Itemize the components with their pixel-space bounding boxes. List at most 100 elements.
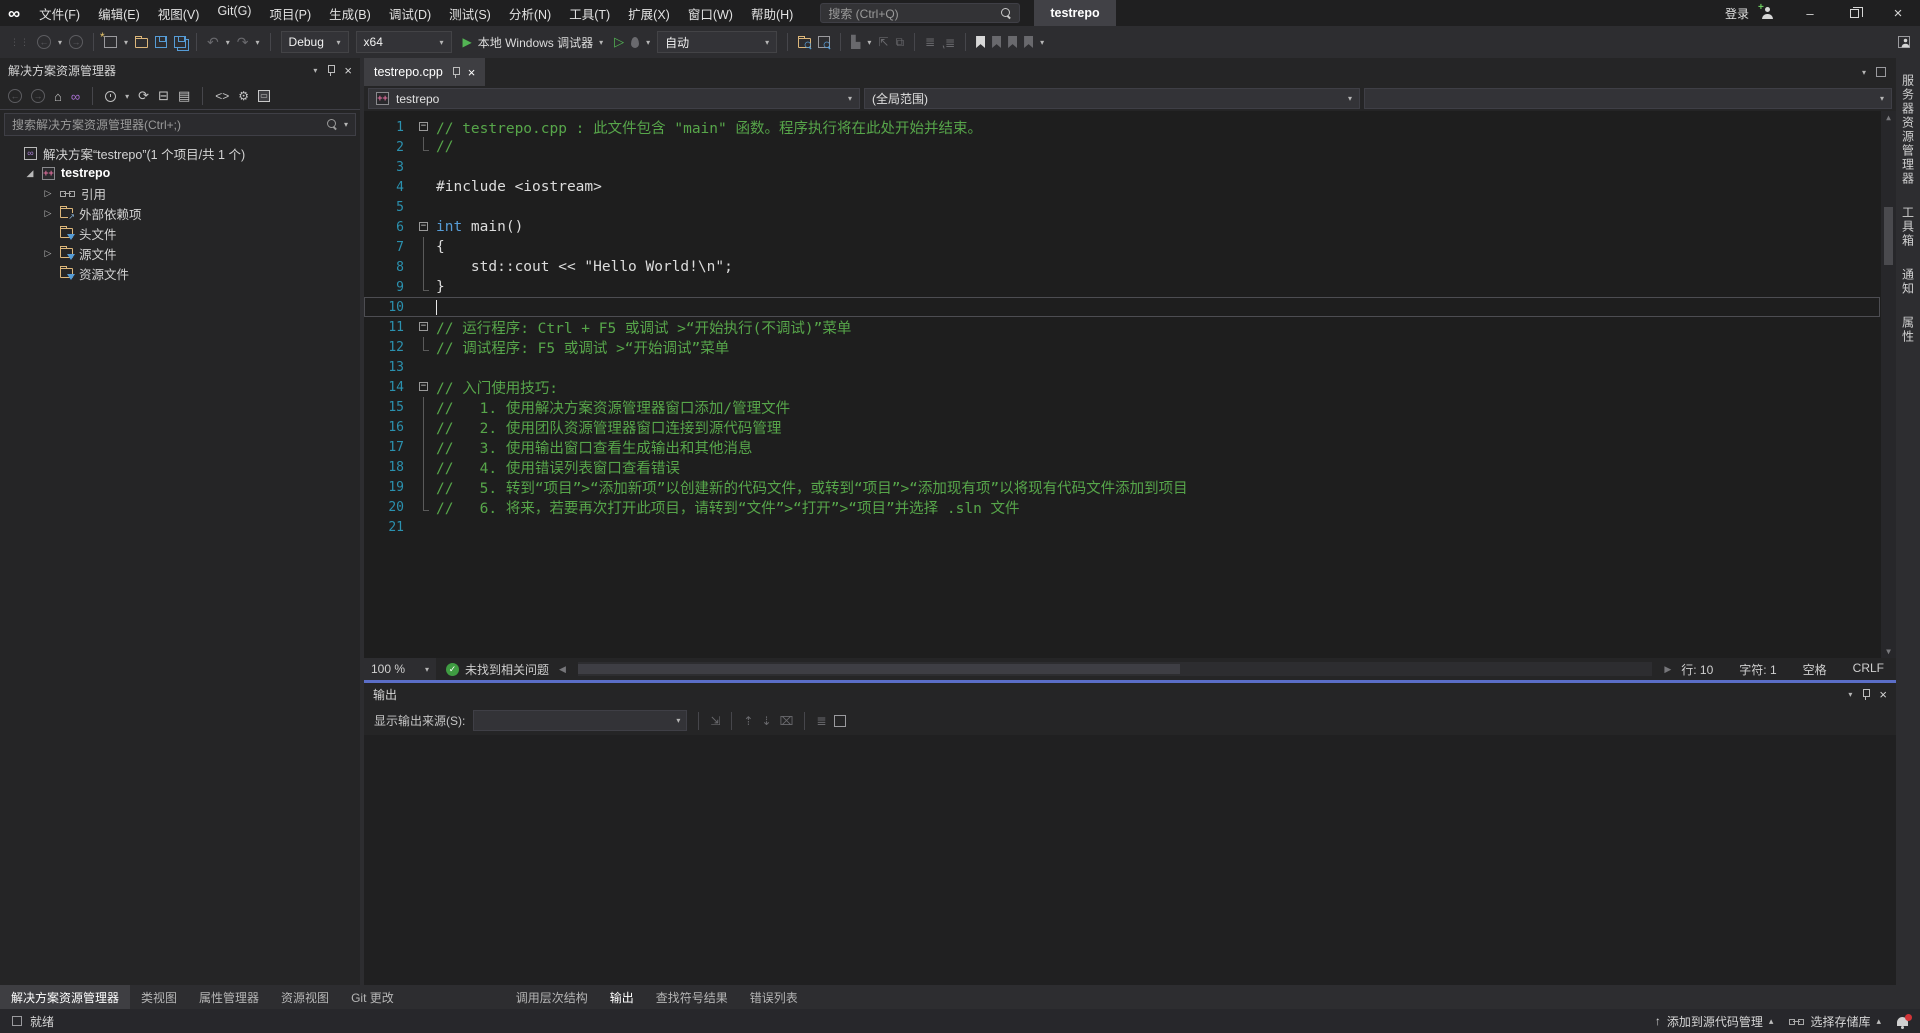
collapse-all-icon[interactable]: ⊟	[158, 88, 169, 104]
navigate-back-icon[interactable]: ←	[37, 35, 51, 49]
code-line-7[interactable]: 7{	[364, 237, 1880, 257]
menu-item-1[interactable]: 编辑(E)	[89, 0, 149, 27]
next-bookmark-icon[interactable]	[1008, 36, 1017, 48]
menu-item-2[interactable]: 视图(V)	[149, 0, 209, 27]
code-line-8[interactable]: 8 std::cout << "Hello World!\n";	[364, 257, 1880, 277]
switch-views-icon[interactable]: ∞	[71, 89, 80, 104]
filter-dropdown-icon[interactable]: ▾	[125, 92, 129, 101]
tree-item-2[interactable]: ▷引用	[0, 183, 360, 203]
output-source-select[interactable]: ▾	[473, 710, 687, 731]
code-editor[interactable]: 1−// testrepo.cpp : 此文件包含 "main" 函数。程序执行…	[364, 111, 1896, 658]
find-in-files-icon[interactable]	[798, 38, 811, 48]
code-line-15[interactable]: 15// 1. 使用解决方案资源管理器窗口添加/管理文件	[364, 397, 1880, 417]
side-tab-1[interactable]: 工具箱	[1900, 206, 1917, 248]
scope-dropdown[interactable]: (全局范围) ▾	[864, 88, 1360, 109]
send-feedback-icon[interactable]	[1898, 36, 1910, 48]
fold-collapse-icon[interactable]: −	[416, 317, 434, 337]
menu-item-10[interactable]: 扩展(X)	[619, 0, 679, 27]
minimize-button[interactable]: –	[1788, 0, 1832, 26]
undo-dropdown-icon[interactable]: ▾	[226, 38, 230, 47]
menu-item-0[interactable]: 文件(F)	[30, 0, 89, 27]
code-line-5[interactable]: 5	[364, 197, 1880, 217]
refresh-icon[interactable]: ⟳	[138, 88, 149, 104]
close-tab-icon[interactable]: ×	[468, 65, 476, 80]
start-debugging-button[interactable]: ▶ 本地 Windows 调试器 ▾	[459, 34, 608, 51]
code-line-1[interactable]: 1−// testrepo.cpp : 此文件包含 "main" 函数。程序执行…	[364, 117, 1880, 137]
run-code-analysis-icon[interactable]: ▙	[851, 35, 860, 49]
notifications-bell-icon[interactable]	[1897, 1017, 1908, 1026]
expand-arrow-icon[interactable]: ▷	[42, 248, 54, 259]
code-line-10[interactable]: 10	[364, 297, 1880, 317]
properties-icon[interactable]: ⚙	[238, 89, 249, 103]
menu-item-7[interactable]: 测试(S)	[440, 0, 500, 27]
bottom-tab-btright-1[interactable]: 输出	[599, 985, 645, 1009]
navigate-forward-icon[interactable]: →	[69, 35, 83, 49]
pin-tab-icon[interactable]	[451, 67, 460, 78]
code-line-12[interactable]: 12// 调试程序: F5 或调试 >“开始调试”菜单	[364, 337, 1880, 357]
word-wrap-icon[interactable]: ≣	[816, 714, 826, 728]
code-line-6[interactable]: 6−int main()	[364, 217, 1880, 237]
forward-icon[interactable]: →	[31, 89, 45, 103]
collapse-arrow-icon[interactable]: ◢	[24, 168, 36, 179]
bottom-tab-btright-0[interactable]: 调用层次结构	[505, 985, 599, 1009]
side-tab-0[interactable]: 服务器资源管理器	[1900, 74, 1917, 186]
background-tasks-icon[interactable]	[12, 1016, 22, 1026]
find-message-icon[interactable]: ⇲	[710, 714, 720, 728]
close-button[interactable]: ×	[1876, 0, 1920, 26]
new-project-dropdown-icon[interactable]: ▾	[124, 38, 128, 47]
bottom-tab-btleft-0[interactable]: 解决方案资源管理器	[0, 985, 130, 1009]
zoom-select[interactable]: 100 %▾	[364, 658, 436, 680]
window-position-icon[interactable]: ▾	[1848, 690, 1852, 699]
pin-icon[interactable]	[326, 65, 335, 76]
redo-dropdown-icon[interactable]: ▾	[256, 38, 260, 47]
fold-collapse-icon[interactable]: −	[416, 117, 434, 137]
scrollbar-thumb[interactable]	[1884, 207, 1893, 265]
side-tab-3[interactable]: 属性	[1900, 316, 1917, 344]
redo-icon[interactable]: ↷	[237, 34, 249, 51]
code-line-19[interactable]: 19// 5. 转到“项目”>“添加新项”以创建新的代码文件，或转到“项目”>“…	[364, 477, 1880, 497]
next-message-icon[interactable]: ⇣	[761, 714, 771, 728]
bottom-tab-btright-3[interactable]: 错误列表	[739, 985, 809, 1009]
platform-select[interactable]: x64▾	[356, 31, 452, 53]
tree-item-3[interactable]: ▷外部依赖项	[0, 203, 360, 223]
add-account-icon[interactable]: +	[1761, 7, 1774, 19]
new-project-icon[interactable]	[104, 36, 117, 48]
eol-indicator[interactable]: CRLF	[1853, 661, 1884, 678]
scroll-right-icon[interactable]: ▶	[1664, 664, 1671, 675]
bottom-tab-btleft-4[interactable]: Git 更改	[340, 985, 405, 1009]
view-code-icon[interactable]: <>	[215, 89, 229, 103]
code-line-3[interactable]: 3	[364, 157, 1880, 177]
menu-item-6[interactable]: 调试(D)	[380, 0, 440, 27]
output-content[interactable]	[364, 735, 1896, 985]
editor-horizontal-scrollbar[interactable]	[578, 662, 1652, 676]
uncomment-lines-icon[interactable]: ⹁≣	[942, 34, 955, 51]
scroll-left-icon[interactable]: ◀	[559, 664, 566, 675]
pending-changes-filter-icon[interactable]	[105, 91, 116, 102]
quick-search-input[interactable]: 搜索 (Ctrl+Q)	[820, 3, 1020, 23]
toolbar-overflow-icon[interactable]: ▾	[1040, 38, 1044, 47]
code-line-14[interactable]: 14−// 入门使用技巧:	[364, 377, 1880, 397]
member-dropdown[interactable]: ▾	[1364, 88, 1892, 109]
fold-collapse-icon[interactable]: −	[416, 377, 434, 397]
copy-selection-icon[interactable]: ⧉	[895, 35, 904, 50]
menu-item-4[interactable]: 项目(P)	[260, 0, 320, 27]
spaces-indicator[interactable]: 空格	[1803, 661, 1827, 678]
code-line-17[interactable]: 17// 3. 使用输出窗口查看生成输出和其他消息	[364, 437, 1880, 457]
toolbar-grip[interactable]: ⋮⋮	[10, 37, 30, 48]
comment-lines-icon[interactable]: ≣	[925, 35, 935, 49]
tree-item-4[interactable]: 头文件	[0, 223, 360, 243]
code-line-11[interactable]: 11−// 运行程序: Ctrl + F5 或调试 >“开始执行(不调试)”菜单	[364, 317, 1880, 337]
menu-item-3[interactable]: Git(G)	[208, 0, 260, 27]
tree-item-0[interactable]: ∞解决方案“testrepo”(1 个项目/共 1 个)	[0, 143, 360, 163]
code-line-13[interactable]: 13	[364, 357, 1880, 377]
solution-explorer-search-input[interactable]: 搜索解决方案资源管理器(Ctrl+;) ▾	[4, 113, 356, 136]
clear-all-icon[interactable]: ⌧	[780, 714, 794, 728]
previous-message-icon[interactable]: ⇡	[743, 714, 753, 728]
menu-item-12[interactable]: 帮助(H)	[742, 0, 802, 27]
undo-icon[interactable]: ↶	[207, 34, 219, 51]
menu-item-11[interactable]: 窗口(W)	[679, 0, 742, 27]
solution-name-chip[interactable]: testrepo	[1034, 0, 1115, 26]
expand-arrow-icon[interactable]: ▷	[42, 208, 54, 219]
tree-item-6[interactable]: 资源文件	[0, 263, 360, 283]
open-file-icon[interactable]	[135, 38, 148, 48]
